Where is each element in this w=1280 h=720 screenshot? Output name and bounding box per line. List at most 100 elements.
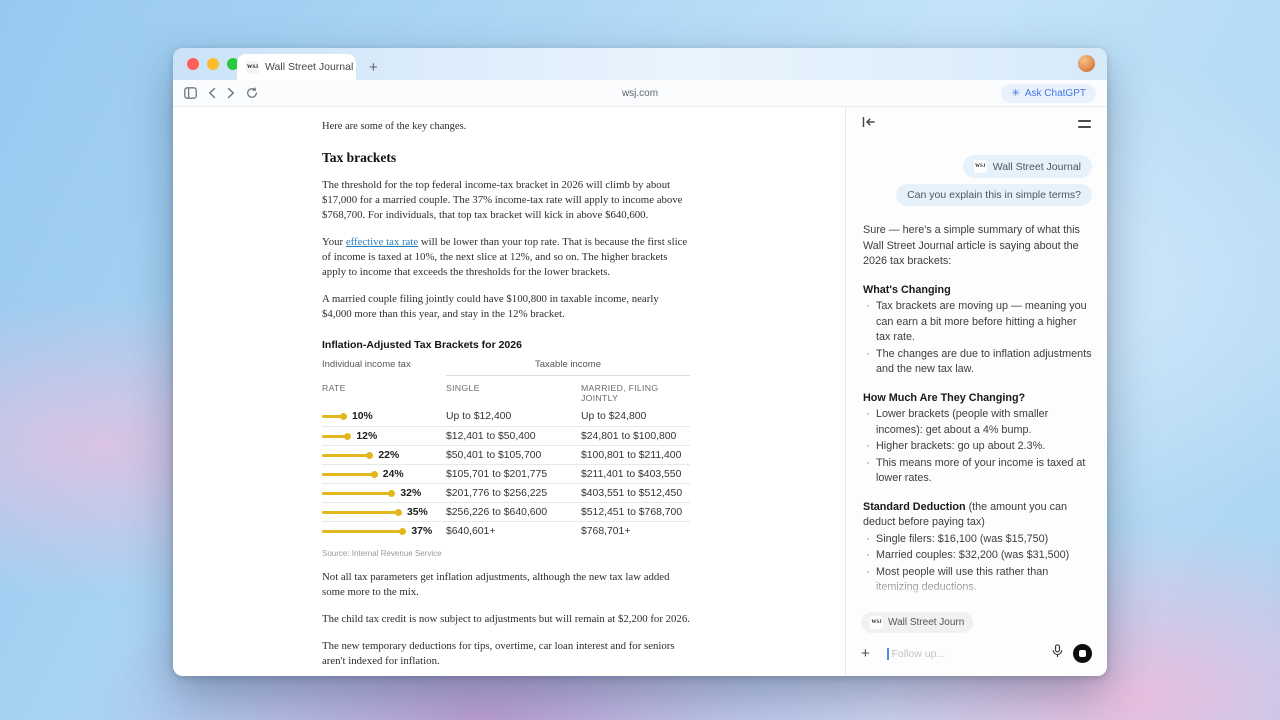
cell-single: Up to $12,400 [446,411,581,422]
cell-married: $211,401 to $403,550 [581,469,690,480]
wsj-article: Here are some of the key changes. Tax br… [322,107,690,676]
tax-bracket-row: 35%$256,226 to $640,600$512,451 to $768,… [322,502,690,521]
article-heading-tax-brackets: Tax brackets [322,150,690,166]
rate-bar [322,454,370,457]
rate-label: 10% [352,411,373,422]
tax-brackets-table: Inflation-Adjusted Tax Brackets for 2026… [322,339,690,558]
browser-window: WSJ Wall Street Journal + wsj.com ✳ Ask … [173,48,1107,676]
rate-bar [322,511,399,514]
rate-label: 24% [383,469,404,480]
address-bar[interactable]: wsj.com [173,88,1107,99]
rate-bar [322,473,375,476]
section-heading: What's Changing [863,283,1092,299]
cell-married: $100,801 to $211,400 [581,450,690,461]
wsj-favicon-icon: WSJ [246,61,259,74]
chat-composer: WSJ Wall Street Journal + Follow up... [846,600,1107,676]
microphone-icon[interactable] [1052,644,1063,663]
cell-single: $12,401 to $50,400 [446,431,581,442]
back-button-icon[interactable] [208,87,216,99]
response-section: How Much Are They Changing?Lower bracket… [863,391,1092,487]
column-header-rate: RATE [322,383,446,403]
cell-single: $105,701 to $201,775 [446,469,581,480]
article-paragraph: A married couple filing jointly could ha… [322,292,690,322]
stop-icon [1079,650,1086,657]
tab-strip: WSJ Wall Street Journal + [173,48,1107,80]
tab-wall-street-journal[interactable]: WSJ Wall Street Journal [237,54,356,80]
article-paragraph: The threshold for the top federal income… [322,178,690,223]
rate-label: 12% [356,431,377,442]
question-bubble: Can you explain this in simple terms? [896,184,1092,206]
rate-bar [322,530,403,533]
wsj-favicon-icon: WSJ [870,616,883,629]
profile-avatar[interactable] [1078,55,1095,72]
response-section: Standard Deduction (the amount you can d… [863,500,1092,596]
rate-bar [322,435,348,438]
window-controls [187,58,239,70]
cell-married: $403,551 to $512,450 [581,488,690,499]
new-tab-button[interactable]: + [369,60,378,75]
response-intro: Sure — here's a simple summary of what t… [863,223,1092,270]
article-paragraph: The child tax credit is now subject to a… [322,612,690,627]
minimize-window-button[interactable] [207,58,219,70]
cell-single: $640,601+ [446,526,581,537]
cell-single: $256,226 to $640,600 [446,507,581,518]
openai-logo-icon: ✳ [1011,89,1019,99]
composer-context-chip[interactable]: WSJ Wall Street Journal [861,612,973,633]
browser-toolbar: wsj.com ✳ Ask ChatGPT [173,80,1107,107]
table-title: Inflation-Adjusted Tax Brackets for 2026 [322,339,690,351]
sidebar-toggle-icon[interactable] [184,87,197,99]
cell-married: $512,451 to $768,700 [581,507,690,518]
rate-label: 22% [378,450,399,461]
article-pane[interactable]: Here are some of the key changes. Tax br… [173,107,845,676]
tax-bracket-row: 12% $12,401 to $50,400$24,801 to $100,800 [322,426,690,445]
rate-label: 37% [411,526,432,537]
ask-chatgpt-button[interactable]: ✳ Ask ChatGPT [1001,84,1096,103]
context-bubble-label: Wall Street Journal [993,161,1081,173]
article-paragraph: Your effective tax rate will be lower th… [322,235,690,280]
cell-married: $24,801 to $100,800 [581,431,690,442]
section-heading: Standard Deduction (the amount you can d… [863,500,1092,531]
section-bullet: This means more of your income is taxed … [863,456,1092,487]
section-bullet: Tax brackets are moving up — meaning you… [863,299,1092,346]
rate-bar [322,415,344,418]
column-header-single: SINGLE [446,383,581,403]
table-source: Source: Internal Revenue Service [322,549,690,558]
section-bullet: Single filers: $16,100 (was $15,750) [863,532,1092,548]
chat-sidebar-header [846,107,1107,141]
assistant-response: Sure — here's a simple summary of what t… [863,223,1092,600]
tax-bracket-row: 10%Up to $12,400Up to $24,800 [322,407,690,426]
user-context-message: WSJ Wall Street Journal [863,155,1092,178]
rate-bar [322,492,392,495]
section-heading: How Much Are They Changing? [863,391,1092,407]
chat-message-area[interactable]: WSJ Wall Street Journal Can you explain … [846,141,1107,600]
table-group-headers: Individual income tax Taxable income [322,359,690,376]
section-bullet: The changes are due to inflation adjustm… [863,347,1092,378]
section-bullet: Most people will use this rather than it… [863,565,1092,596]
group-header-individual: Individual income tax [322,359,446,376]
article-paragraph: Not all tax parameters get inflation adj… [322,570,690,600]
stop-generating-button[interactable] [1073,644,1092,663]
tax-bracket-row: 22% $50,401 to $105,700$100,801 to $211,4… [322,445,690,464]
column-header-married: MARRIED, FILING JOINTLY [581,383,690,403]
section-bullet: Higher brackets: go up about 2.3%. [863,439,1092,455]
reload-button-icon[interactable] [246,87,258,99]
forward-button-icon[interactable] [227,87,235,99]
section-bullet: Married couples: $32,200 (was $31,500) [863,548,1092,564]
rate-label: 32% [400,488,421,499]
attach-plus-button[interactable]: + [861,646,879,661]
question-text: Can you explain this in simple terms? [907,189,1081,201]
table-rows: 10%Up to $12,400Up to $24,80012%$12,401 … [322,407,690,540]
effective-tax-rate-link[interactable]: effective tax rate [346,236,418,248]
composer-context-label: Wall Street Journal [888,617,964,628]
close-window-button[interactable] [187,58,199,70]
paragraph-text: Your [322,236,346,248]
chatgpt-sidebar: WSJ Wall Street Journal Can you explain … [845,107,1107,676]
article-intro: Here are some of the key changes. [322,121,690,132]
cell-single: $50,401 to $105,700 [446,450,581,461]
chat-menu-icon[interactable] [1078,120,1091,127]
collapse-sidebar-icon[interactable] [862,115,876,133]
user-question-message: Can you explain this in simple terms? [863,184,1092,206]
wsj-favicon-icon: WSJ [974,160,987,173]
followup-input[interactable]: Follow up... [892,648,1053,660]
response-section: What's ChangingTax brackets are moving u… [863,283,1092,378]
